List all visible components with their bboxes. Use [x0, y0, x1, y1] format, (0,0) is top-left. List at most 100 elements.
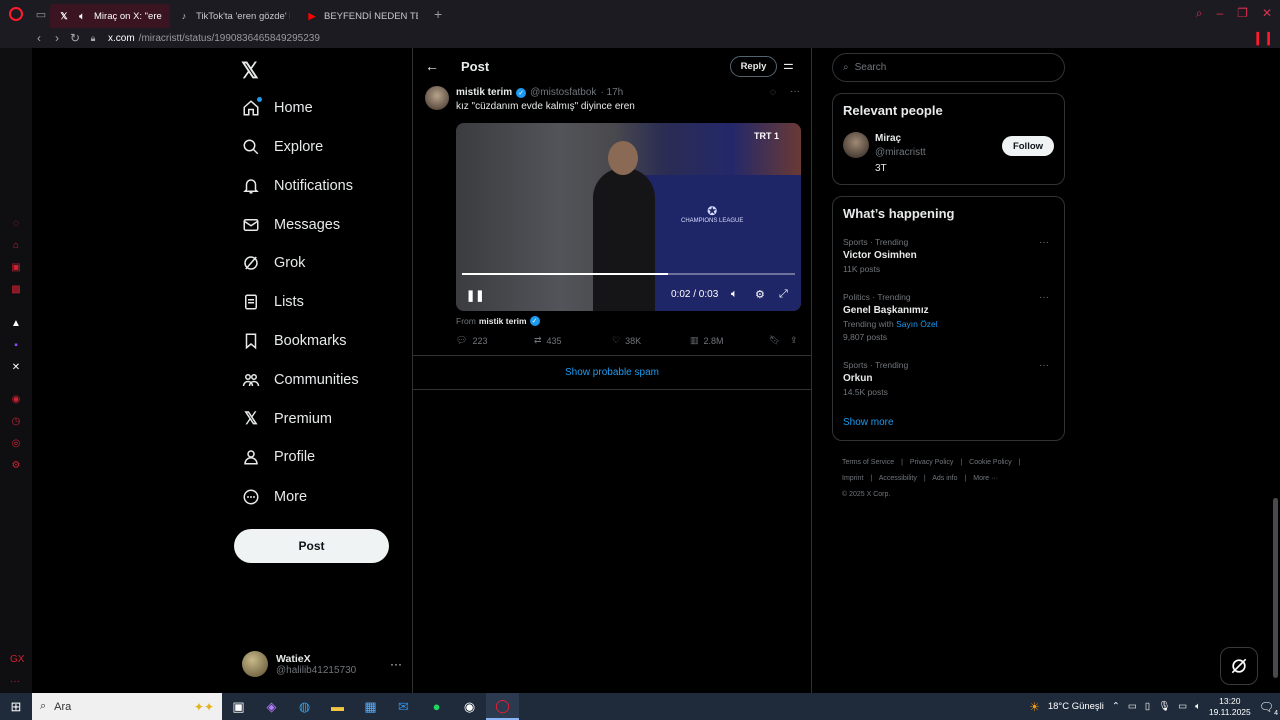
volume-icon[interactable]: 🔈︎	[1195, 701, 1201, 712]
browser-tab-3[interactable]: ▶ BEYFENDİ NEDEN TERÖR	[298, 4, 426, 28]
nav-more[interactable]: More	[242, 484, 307, 510]
scrollbar[interactable]	[1271, 48, 1280, 693]
forward-icon[interactable]: ›	[48, 31, 66, 45]
url-field[interactable]: x.com/miracristt/status/1990836465849295…	[108, 33, 320, 44]
avatar[interactable]	[425, 86, 449, 110]
nav-grok[interactable]: Grok	[242, 250, 305, 276]
grok-chat-button[interactable]	[1220, 647, 1258, 685]
microphone-icon[interactable]: 🎙︎	[1158, 701, 1170, 712]
opera-gx-icon[interactable]: ◯	[486, 693, 519, 720]
edge-icon[interactable]: ◍	[288, 693, 321, 720]
workspace-icon[interactable]: ⌂	[9, 238, 23, 252]
copilot-icon[interactable]: ◈	[255, 693, 288, 720]
mail-app-icon[interactable]: ✉	[387, 693, 420, 720]
footer-link[interactable]: Accessibility	[879, 475, 917, 482]
opera-logo-icon[interactable]	[0, 0, 32, 28]
footer-link[interactable]: More ···	[973, 475, 998, 482]
trend-item[interactable]: Sports · Trending Victor Osimhen 11K pos…	[843, 237, 1055, 274]
history-icon[interactable]: ◷	[9, 414, 23, 428]
restore-icon[interactable]: ❐	[1237, 6, 1248, 21]
avatar[interactable]	[843, 132, 869, 158]
nav-home[interactable]: Home	[242, 95, 313, 121]
aria-icon[interactable]: ◌	[9, 216, 23, 230]
share-action[interactable]: ⇪	[790, 335, 798, 346]
account-switcher[interactable]: WatieX @halilib41215730 ···	[242, 648, 402, 680]
gx-icon[interactable]: GX	[10, 654, 24, 665]
more-icon[interactable]: ···	[1039, 237, 1049, 248]
footer-link[interactable]: Imprint	[842, 475, 863, 482]
nav-messages[interactable]: Messages	[242, 212, 340, 238]
reply-action[interactable]: 💬︎ 223	[456, 335, 487, 346]
nav-explore[interactable]: Explore	[242, 134, 323, 160]
messenger-icon[interactable]: ▣	[9, 260, 23, 274]
trend-context-link[interactable]: Sayın Özel	[896, 319, 938, 329]
volume-icon[interactable]: 🔈︎	[731, 288, 738, 301]
tweet-author-name[interactable]: mistik terim	[456, 87, 512, 98]
speaker-icon[interactable]: 🔈︎	[76, 10, 88, 22]
filter-icon[interactable]: ⚌	[783, 58, 794, 72]
from-author[interactable]: mistik terim	[479, 316, 527, 326]
reload-icon[interactable]: ↻	[66, 31, 84, 45]
video-player[interactable]: ✪ CHAMPIONS LEAGUE TRT 1 ❚❚ 0:02 / 0:03 …	[456, 123, 801, 311]
windows-start-icon[interactable]: ⊞	[0, 693, 32, 720]
footer-link[interactable]: Cookie Policy	[969, 459, 1011, 466]
search-box[interactable]: ⌕	[832, 53, 1065, 82]
settings-icon[interactable]: ⚙	[9, 458, 23, 472]
music-icon[interactable]: ▩	[9, 282, 23, 296]
scrollbar-thumb[interactable]	[1273, 498, 1278, 678]
more-icon[interactable]: ···	[1039, 292, 1049, 303]
nav-notifications[interactable]: Notifications	[242, 173, 353, 199]
settings-icon[interactable]: ⚙	[755, 288, 765, 301]
player-icon[interactable]: ◉	[9, 392, 23, 406]
nav-bookmarks[interactable]: Bookmarks	[242, 328, 347, 354]
show-more-link[interactable]: Show more	[843, 417, 894, 428]
nav-lists[interactable]: Lists	[242, 289, 304, 315]
weather-icon[interactable]: ☀	[1029, 700, 1040, 714]
new-tab-button[interactable]: +	[426, 6, 450, 22]
person-name[interactable]: Miraç	[875, 133, 901, 144]
bookmark-action[interactable]: 🔖︎	[769, 335, 780, 346]
video-progress-bar[interactable]	[462, 273, 795, 275]
trend-item[interactable]: Politics · Trending Genel Başkanımız Tre…	[843, 292, 1055, 342]
trend-item[interactable]: Sports · Trending Orkun 14.5K posts ···	[843, 360, 1055, 397]
tweet-author-handle[interactable]: @mistosfatbok	[530, 87, 596, 98]
twitch-icon[interactable]: ▪	[9, 338, 23, 352]
reply-button[interactable]: Reply	[730, 56, 777, 77]
browser-tab-2[interactable]: ♪ TikTok'ta 'eren gözde' bu	[170, 4, 298, 28]
network-icon[interactable]: ▭	[1178, 701, 1187, 712]
repost-action[interactable]: ⇄ 435	[534, 335, 562, 346]
weather-text[interactable]: 18°C Güneşli	[1048, 701, 1104, 712]
more-icon[interactable]: ···	[10, 676, 20, 687]
minimize-icon[interactable]: –	[1216, 6, 1223, 21]
views-action[interactable]: ▥ 2.8M	[690, 335, 724, 346]
file-explorer-icon[interactable]: ▬	[321, 693, 354, 720]
notifications-icon[interactable]: 🗨︎ 4	[1259, 700, 1278, 717]
like-action[interactable]: ♡ 38K	[612, 335, 641, 346]
more-icon[interactable]: ···	[390, 657, 402, 671]
battery-icon[interactable]: ▯	[1145, 701, 1150, 712]
x-logo-icon[interactable]: 𝕏	[241, 58, 259, 84]
more-icon[interactable]: ···	[790, 86, 800, 97]
person-item[interactable]: Miraç @miracristt 3T Follow	[843, 132, 1055, 182]
pause-icon[interactable]: ❚❚	[466, 289, 484, 302]
spotify-icon[interactable]: ●	[420, 693, 453, 720]
task-view-icon[interactable]: ▣	[222, 693, 255, 720]
search-input[interactable]	[854, 62, 1035, 73]
grok-icon[interactable]: ◌	[770, 87, 776, 98]
tweet[interactable]: mistik terim ✓ @mistosfatbok · 17h ◌ ···…	[413, 86, 811, 356]
taskbar-search[interactable]: ⌕ Ara ✦✦	[32, 693, 222, 720]
nav-premium[interactable]: 𝕏 Premium	[242, 406, 332, 432]
x-app-icon[interactable]: ✕	[9, 360, 23, 374]
store-icon[interactable]: ▦	[354, 693, 387, 720]
more-icon[interactable]: ···	[1039, 360, 1049, 371]
show-probable-spam-link[interactable]: Show probable spam	[413, 356, 811, 390]
follow-button[interactable]: Follow	[1002, 136, 1054, 156]
chrome-icon[interactable]: ◉	[453, 693, 486, 720]
tweet-time[interactable]: · 17h	[600, 87, 623, 98]
post-button[interactable]: Post	[234, 529, 389, 563]
footer-link[interactable]: Ads info	[932, 475, 957, 482]
opera-sidebar-toggle-icon[interactable]: ❙❙	[1252, 30, 1274, 46]
fullscreen-icon[interactable]: ⤢	[779, 288, 788, 301]
chevron-up-icon[interactable]: ⌃	[1112, 701, 1120, 712]
back-icon[interactable]: ‹	[30, 31, 48, 45]
